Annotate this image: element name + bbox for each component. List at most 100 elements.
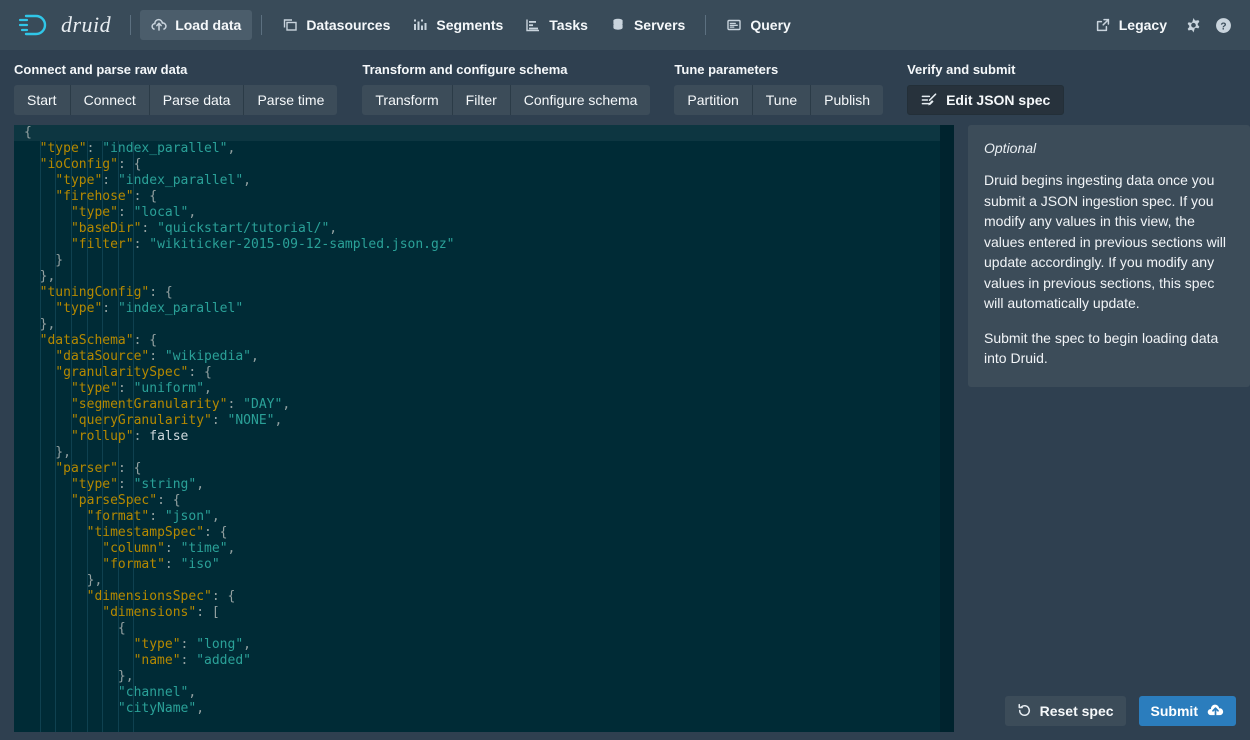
code-line[interactable]: "type": "index_parallel", [14, 173, 954, 189]
step-group-title: Connect and parse raw data [14, 62, 337, 77]
nav-item-label: Datasources [306, 17, 390, 33]
info-paragraph-2: Submit the spec to begin loading data in… [984, 328, 1234, 369]
step-button-group: Transform Filter Configure schema [362, 85, 650, 115]
code-line[interactable]: } [14, 253, 954, 269]
step-button-tune[interactable]: Tune [753, 85, 811, 115]
code-line[interactable]: }, [14, 669, 954, 685]
help-circle-icon: ? [1215, 17, 1232, 34]
step-group-title: Transform and configure schema [362, 62, 650, 77]
step-button-transform[interactable]: Transform [362, 85, 452, 115]
submit-button[interactable]: Submit [1139, 696, 1236, 726]
info-card: Optional Druid begins ingesting data onc… [968, 125, 1250, 387]
wizard-step-bar: Connect and parse raw data Start Connect… [0, 50, 1250, 125]
code-line[interactable]: }, [14, 317, 954, 333]
code-line[interactable]: "column": "time", [14, 541, 954, 557]
code-line[interactable]: "rollup": false [14, 429, 954, 445]
code-line[interactable]: { [14, 621, 954, 637]
nav-item-label: Servers [634, 17, 685, 33]
code-line[interactable]: "dataSchema": { [14, 333, 954, 349]
help-button[interactable]: ? [1208, 10, 1238, 40]
code-line[interactable]: "dimensions": [ [14, 605, 954, 621]
druid-logo-icon [18, 12, 52, 38]
nav-item-label: Query [750, 17, 790, 33]
nav-item-servers[interactable]: Servers [599, 10, 696, 40]
code-line[interactable]: "filter": "wikiticker-2015-09-12-sampled… [14, 237, 954, 253]
footer-actions: Reset spec Submit [950, 681, 1250, 740]
step-button-parse-data[interactable]: Parse data [150, 85, 245, 115]
nav-item-segments[interactable]: Segments [401, 10, 514, 40]
step-group-verify: Verify and submit Edit JSON spec [907, 62, 1064, 115]
step-button-group: Partition Tune Publish [674, 85, 883, 115]
json-code[interactable]: { "type": "index_parallel", "ioConfig": … [14, 125, 954, 717]
info-optional-label: Optional [984, 140, 1234, 156]
gear-icon [1185, 17, 1202, 34]
settings-button[interactable] [1178, 10, 1208, 40]
edit-json-spec-button[interactable]: Edit JSON spec [907, 85, 1064, 115]
code-line[interactable]: "baseDir": "quickstart/tutorial/", [14, 221, 954, 237]
reset-spec-button[interactable]: Reset spec [1005, 696, 1126, 726]
gantt-chart-icon [525, 17, 541, 33]
console-icon [726, 17, 742, 33]
step-button-start[interactable]: Start [14, 85, 71, 115]
json-edit-icon [921, 92, 937, 108]
nav-item-label: Tasks [549, 17, 588, 33]
code-line[interactable]: "queryGranularity": "NONE", [14, 413, 954, 429]
brand-name: druid [61, 12, 111, 38]
code-line[interactable]: }, [14, 269, 954, 285]
step-group-tune: Tune parameters Partition Tune Publish [674, 62, 883, 115]
editor-scrollbar[interactable] [940, 125, 954, 732]
side-panel: Optional Druid begins ingesting data onc… [968, 125, 1250, 732]
code-line[interactable]: "type": "uniform", [14, 381, 954, 397]
step-button-connect[interactable]: Connect [71, 85, 150, 115]
step-group-connect: Connect and parse raw data Start Connect… [14, 62, 337, 115]
code-line[interactable]: "ioConfig": { [14, 157, 954, 173]
step-group-transform: Transform and configure schema Transform… [362, 62, 650, 115]
code-line[interactable]: "parseSpec": { [14, 493, 954, 509]
step-button-publish[interactable]: Publish [811, 85, 883, 115]
main-content: { "type": "index_parallel", "ioConfig": … [0, 125, 1250, 732]
code-line[interactable]: "type": "string", [14, 477, 954, 493]
step-button-configure-schema[interactable]: Configure schema [511, 85, 651, 115]
brand-logo[interactable]: druid [18, 12, 111, 38]
code-line[interactable]: "dimensionsSpec": { [14, 589, 954, 605]
step-group-title: Tune parameters [674, 62, 883, 77]
code-line[interactable]: "firehose": { [14, 189, 954, 205]
nav-divider [261, 15, 262, 35]
submit-label: Submit [1151, 703, 1198, 719]
code-line[interactable]: "timestampSpec": { [14, 525, 954, 541]
database-icon [610, 17, 626, 33]
code-line[interactable]: "granularitySpec": { [14, 365, 954, 381]
code-line[interactable]: { [14, 125, 954, 141]
code-line[interactable]: "type": "index_parallel", [14, 141, 954, 157]
nav-item-datasources[interactable]: Datasources [271, 10, 401, 40]
step-group-title: Verify and submit [907, 62, 1064, 77]
code-line[interactable]: "cityName", [14, 701, 954, 717]
external-link-icon [1095, 17, 1111, 33]
nav-item-tasks[interactable]: Tasks [514, 10, 599, 40]
code-line[interactable]: "format": "json", [14, 509, 954, 525]
nav-item-label: Load data [175, 17, 241, 33]
code-line[interactable]: }, [14, 573, 954, 589]
code-line[interactable]: "tuningConfig": { [14, 285, 954, 301]
step-button-partition[interactable]: Partition [674, 85, 752, 115]
code-line[interactable]: "dataSource": "wikipedia", [14, 349, 954, 365]
code-line[interactable]: "segmentGranularity": "DAY", [14, 397, 954, 413]
code-line[interactable]: "type": "local", [14, 205, 954, 221]
code-line[interactable]: "parser": { [14, 461, 954, 477]
nav-item-legacy[interactable]: Legacy [1084, 10, 1178, 40]
nav-item-load-data[interactable]: Load data [140, 10, 252, 40]
code-line[interactable]: "channel", [14, 685, 954, 701]
step-button-parse-time[interactable]: Parse time [244, 85, 337, 115]
code-line[interactable]: }, [14, 445, 954, 461]
json-spec-editor[interactable]: { "type": "index_parallel", "ioConfig": … [14, 125, 954, 732]
code-line[interactable]: "format": "iso" [14, 557, 954, 573]
step-button-filter[interactable]: Filter [453, 85, 511, 115]
cloud-upload-icon [151, 17, 167, 33]
code-line[interactable]: "type": "index_parallel" [14, 301, 954, 317]
svg-text:?: ? [1220, 21, 1226, 32]
top-navbar: druid Load data Datasources [0, 0, 1250, 50]
layers-icon [282, 17, 298, 33]
nav-item-query[interactable]: Query [715, 10, 801, 40]
code-line[interactable]: "name": "added" [14, 653, 954, 669]
code-line[interactable]: "type": "long", [14, 637, 954, 653]
